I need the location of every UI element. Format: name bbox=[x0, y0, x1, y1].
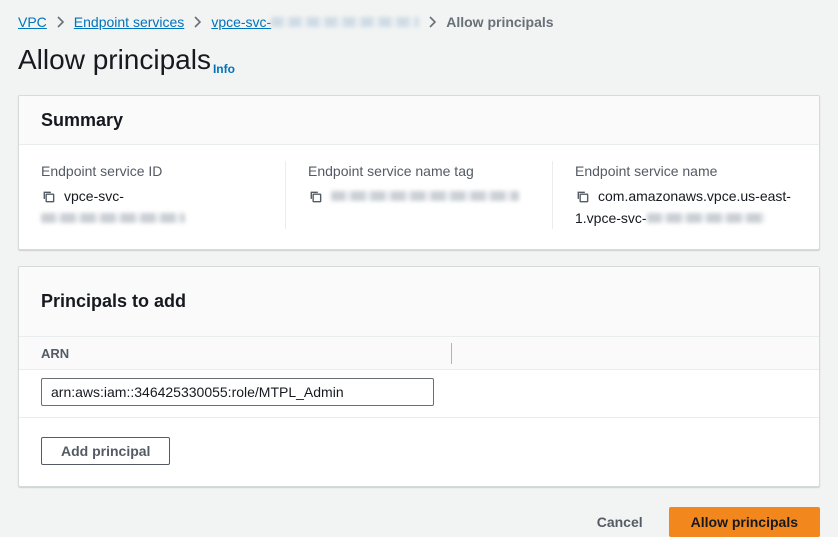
info-link[interactable]: Info bbox=[213, 62, 235, 76]
chevron-right-icon bbox=[56, 16, 65, 28]
footer-actions: Cancel Allow principals bbox=[18, 507, 820, 537]
redacted-text bbox=[271, 17, 419, 27]
field-value: com.amazonaws.vpce.us-east-1.vpce-svc- bbox=[575, 185, 797, 229]
breadcrumb-current: Allow principals bbox=[446, 14, 553, 30]
field-value: vpce-svc- bbox=[41, 185, 263, 229]
chevron-right-icon bbox=[428, 16, 437, 28]
page-title: Allow principalsInfo bbox=[18, 43, 820, 82]
cancel-button[interactable]: Cancel bbox=[597, 514, 643, 530]
chevron-right-icon bbox=[193, 16, 202, 28]
column-divider bbox=[451, 343, 452, 364]
field-label: Endpoint service name bbox=[575, 161, 797, 181]
summary-card: Summary Endpoint service ID vpce-svc- En… bbox=[18, 95, 820, 250]
arn-input-row bbox=[19, 370, 819, 418]
copy-icon[interactable] bbox=[575, 189, 590, 207]
page: VPC Endpoint services vpce-svc- Allow pr… bbox=[0, 0, 838, 537]
column-header-arn: ARN bbox=[41, 346, 69, 361]
field-value bbox=[308, 185, 530, 207]
summary-body: Endpoint service ID vpce-svc- Endpoint s… bbox=[19, 145, 819, 249]
breadcrumb-link-vpc[interactable]: VPC bbox=[18, 14, 47, 30]
principals-title: Principals to add bbox=[41, 291, 186, 312]
redacted-text bbox=[647, 213, 765, 223]
allow-principals-button[interactable]: Allow principals bbox=[669, 507, 820, 537]
page-title-text: Allow principals bbox=[18, 44, 211, 75]
principals-card: Principals to add ARN Add principal bbox=[18, 266, 820, 487]
summary-field-endpoint-service-name: Endpoint service name com.amazonaws.vpce… bbox=[552, 161, 819, 229]
copy-icon[interactable] bbox=[41, 189, 56, 207]
value-prefix: vpce-svc- bbox=[64, 188, 124, 204]
summary-field-endpoint-service-name-tag: Endpoint service name tag bbox=[285, 161, 552, 229]
summary-card-header: Summary bbox=[19, 96, 819, 145]
breadcrumb-service-id-prefix: vpce-svc- bbox=[211, 14, 271, 30]
field-label: Endpoint service ID bbox=[41, 161, 263, 181]
field-label: Endpoint service name tag bbox=[308, 161, 530, 181]
breadcrumb-link-service-id[interactable]: vpce-svc- bbox=[211, 14, 419, 30]
add-principal-row: Add principal bbox=[19, 418, 819, 486]
summary-field-endpoint-service-id: Endpoint service ID vpce-svc- bbox=[19, 161, 285, 229]
breadcrumb-link-endpoint-services[interactable]: Endpoint services bbox=[74, 14, 185, 30]
summary-title: Summary bbox=[41, 110, 123, 131]
add-principal-button[interactable]: Add principal bbox=[41, 437, 170, 465]
copy-icon[interactable] bbox=[308, 189, 323, 207]
arn-input[interactable] bbox=[41, 378, 434, 406]
principals-table-header: ARN bbox=[19, 337, 819, 370]
redacted-text bbox=[41, 213, 185, 223]
principals-card-header: Principals to add bbox=[19, 267, 819, 337]
redacted-text bbox=[331, 191, 519, 201]
breadcrumb: VPC Endpoint services vpce-svc- Allow pr… bbox=[18, 14, 820, 30]
